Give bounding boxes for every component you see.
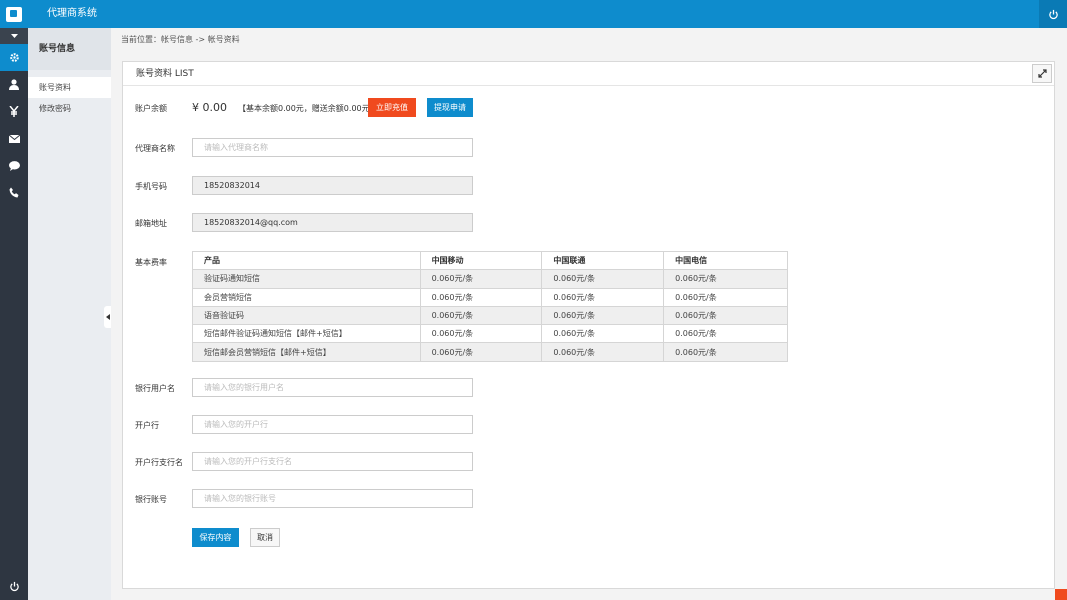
balance-breakdown: 【基本余额0.00元，赠送余额0.00元】 bbox=[238, 104, 378, 113]
bank-label: 开户行 bbox=[135, 421, 159, 430]
withdraw-button[interactable]: 提现申请 bbox=[427, 98, 473, 117]
rail-item-settings[interactable] bbox=[0, 44, 28, 71]
table-cell: 会员营销短信 bbox=[192, 287, 421, 307]
balance-amount: ¥ 0.00 bbox=[192, 101, 227, 114]
rail-toggle[interactable] bbox=[0, 28, 28, 44]
logo-mark bbox=[6, 6, 22, 22]
sidebar-collapse-toggle[interactable] bbox=[104, 306, 111, 328]
email-field: 18520832014@qq.com bbox=[192, 213, 473, 232]
rates-header-row: 产品 中国移动 中国联通 中国电信 bbox=[192, 250, 788, 271]
rates-label: 基本费率 bbox=[135, 258, 167, 267]
expand-button[interactable] bbox=[1032, 64, 1052, 83]
column-header-unicom: 中国联通 bbox=[541, 250, 665, 271]
corner-accent bbox=[1055, 589, 1067, 600]
column-header-telecom: 中国电信 bbox=[663, 250, 788, 271]
recharge-button[interactable]: 立即充值 bbox=[368, 98, 416, 117]
caret-down-icon bbox=[10, 34, 18, 38]
rail-item-phone[interactable] bbox=[0, 179, 28, 206]
table-row: 验证码通知短信 0.060元/条 0.060元/条 0.060元/条 bbox=[192, 269, 788, 289]
phone-field: 18520832014 bbox=[192, 176, 473, 195]
panel-title: 账号资料 LIST bbox=[123, 62, 1054, 86]
table-row: 短信邮件验证码通知短信【邮件+短信】 0.060元/条 0.060元/条 0.0… bbox=[192, 324, 788, 344]
power-icon bbox=[1048, 9, 1058, 19]
column-header-product: 产品 bbox=[192, 250, 421, 271]
table-cell: 短信邮会员营销短信【邮件+短信】 bbox=[192, 342, 421, 362]
app-logo[interactable] bbox=[0, 0, 28, 28]
table-cell: 0.060元/条 bbox=[663, 342, 788, 362]
rail-item-mail[interactable] bbox=[0, 125, 28, 152]
rail-item-user[interactable] bbox=[0, 71, 28, 98]
rail-item-messages[interactable] bbox=[0, 152, 28, 179]
icon-rail bbox=[0, 28, 28, 600]
power-icon bbox=[9, 581, 19, 591]
yen-icon bbox=[9, 106, 19, 117]
table-cell: 短信邮件验证码通知短信【邮件+短信】 bbox=[192, 324, 421, 344]
mail-icon bbox=[8, 134, 20, 143]
table-cell: 0.060元/条 bbox=[541, 342, 665, 362]
table-cell: 语音验证码 bbox=[192, 305, 421, 326]
table-cell: 0.060元/条 bbox=[541, 269, 665, 289]
chat-icon bbox=[8, 160, 20, 171]
table-row: 会员营销短信 0.060元/条 0.060元/条 0.060元/条 bbox=[192, 287, 788, 307]
table-cell: 0.060元/条 bbox=[419, 287, 543, 307]
table-cell: 0.060元/条 bbox=[663, 287, 788, 307]
rates-table: 产品 中国移动 中国联通 中国电信 验证码通知短信 0.060元/条 0.060… bbox=[192, 250, 788, 362]
table-cell: 0.060元/条 bbox=[419, 269, 543, 289]
top-bar: 代理商系统 bbox=[0, 0, 1067, 28]
rail-logout-button[interactable] bbox=[0, 572, 28, 600]
table-cell: 验证码通知短信 bbox=[192, 269, 421, 289]
table-row: 短信邮会员营销短信【邮件+短信】 0.060元/条 0.060元/条 0.060… bbox=[192, 342, 788, 362]
branch-label: 开户行支行名 bbox=[135, 458, 183, 467]
table-cell: 0.060元/条 bbox=[663, 324, 788, 344]
table-cell: 0.060元/条 bbox=[541, 287, 665, 307]
table-row: 语音验证码 0.060元/条 0.060元/条 0.060元/条 bbox=[192, 305, 788, 326]
subnav-item-change-password[interactable]: 修改密码 bbox=[28, 98, 111, 119]
email-label: 邮箱地址 bbox=[135, 219, 167, 228]
table-cell: 0.060元/条 bbox=[419, 324, 543, 344]
logout-button[interactable] bbox=[1039, 0, 1067, 28]
balance-label: 账户余额 bbox=[135, 104, 167, 113]
bank-user-input[interactable] bbox=[192, 378, 473, 397]
bank-user-label: 银行用户名 bbox=[135, 384, 175, 393]
sub-sidebar: 账号信息 账号资料 修改密码 bbox=[28, 28, 111, 600]
save-button[interactable]: 保存内容 bbox=[192, 528, 239, 547]
phone-label: 手机号码 bbox=[135, 182, 167, 191]
branch-input[interactable] bbox=[192, 452, 473, 471]
table-cell: 0.060元/条 bbox=[541, 324, 665, 344]
subnav-item-account-profile[interactable]: 账号资料 bbox=[28, 77, 111, 98]
agent-name-label: 代理商名称 bbox=[135, 144, 175, 153]
user-icon bbox=[9, 79, 19, 90]
account-profile-panel: 账号资料 LIST 账户余额 ¥ 0.00 【基本余额0.00元，赠送余额0.0… bbox=[122, 61, 1055, 589]
table-cell: 0.060元/条 bbox=[419, 342, 543, 362]
column-header-mobile: 中国移动 bbox=[419, 250, 543, 271]
rail-item-finance[interactable] bbox=[0, 98, 28, 125]
table-cell: 0.060元/条 bbox=[419, 305, 543, 326]
cancel-button[interactable]: 取消 bbox=[250, 528, 280, 547]
account-input[interactable] bbox=[192, 489, 473, 508]
expand-icon bbox=[1037, 69, 1047, 78]
app-title: 代理商系统 bbox=[47, 8, 97, 19]
breadcrumb: 当前位置：帐号信息 -> 帐号资料 bbox=[121, 35, 240, 44]
chevron-left-icon bbox=[105, 314, 110, 320]
bank-input[interactable] bbox=[192, 415, 473, 434]
table-cell: 0.060元/条 bbox=[663, 269, 788, 289]
agent-name-input[interactable] bbox=[192, 138, 473, 157]
subnav-heading: 账号信息 bbox=[28, 28, 111, 70]
account-label: 银行账号 bbox=[135, 495, 167, 504]
table-cell: 0.060元/条 bbox=[663, 305, 788, 326]
phone-icon bbox=[9, 187, 18, 198]
table-cell: 0.060元/条 bbox=[541, 305, 665, 326]
gear-icon bbox=[9, 53, 19, 62]
